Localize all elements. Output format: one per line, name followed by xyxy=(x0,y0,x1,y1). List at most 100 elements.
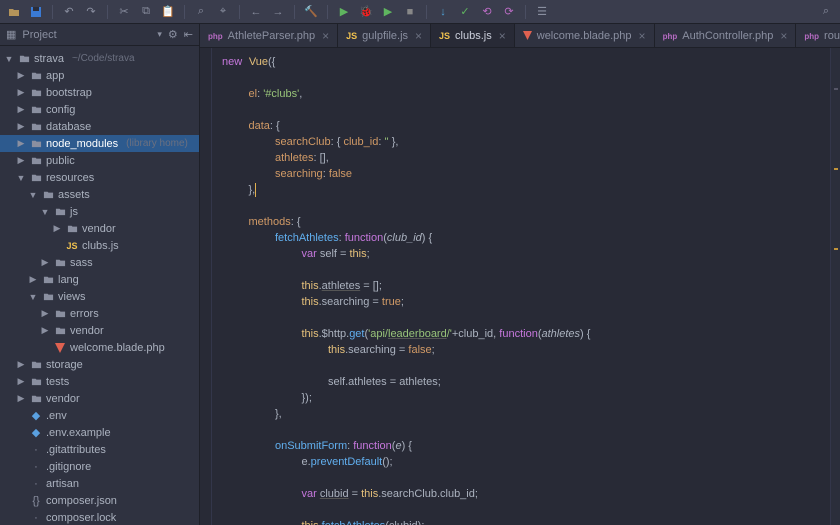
tree-item-label: .env.example xyxy=(46,427,111,439)
tree-folder-strava[interactable]: ▼strava~/Code/strava xyxy=(0,50,199,67)
build-icon[interactable]: 🔨 xyxy=(303,4,319,20)
toolbar-separator xyxy=(52,5,53,19)
tree-folder-sass[interactable]: ▶sass xyxy=(0,254,199,271)
vcs-revert-icon[interactable]: ⟳ xyxy=(501,4,517,20)
tab-label: clubs.js xyxy=(455,30,492,42)
expand-arrow-icon[interactable]: ▶ xyxy=(40,257,50,268)
close-icon[interactable]: × xyxy=(499,29,506,43)
run-icon[interactable]: ▶ xyxy=(336,4,352,20)
expand-arrow-icon[interactable]: ▶ xyxy=(16,376,26,387)
tree-item-label: vendor xyxy=(46,393,80,405)
undo-icon[interactable]: ↶ xyxy=(61,4,77,20)
expand-arrow-icon[interactable]: ▶ xyxy=(16,359,26,370)
expand-arrow-icon[interactable]: ▼ xyxy=(28,292,38,302)
tree-file-clubs-js[interactable]: JSclubs.js xyxy=(0,237,199,254)
tree-file--env-example[interactable]: ◆.env.example xyxy=(0,424,199,441)
tree-folder-lang[interactable]: ▶lang xyxy=(0,271,199,288)
save-icon[interactable] xyxy=(28,4,44,20)
expand-arrow-icon[interactable]: ▼ xyxy=(28,190,38,200)
copy-icon[interactable]: ⧉ xyxy=(138,4,154,20)
collapse-icon[interactable]: ⇤ xyxy=(184,28,193,41)
tree-file--gitignore[interactable]: ·.gitignore xyxy=(0,458,199,475)
expand-arrow-icon[interactable]: ▶ xyxy=(16,121,26,132)
global-search-icon[interactable]: ⌕ xyxy=(818,4,834,20)
expand-arrow-icon[interactable]: ▶ xyxy=(28,274,38,285)
vcs-commit-icon[interactable]: ✓ xyxy=(457,4,473,20)
expand-arrow-icon[interactable]: ▶ xyxy=(40,325,50,336)
close-icon[interactable]: × xyxy=(780,29,787,43)
tree-file-welcome-blade-php[interactable]: welcome.blade.php xyxy=(0,339,199,356)
project-panel-title: Project xyxy=(22,29,151,41)
expand-arrow-icon[interactable]: ▶ xyxy=(16,393,26,404)
tree-item-label: .env xyxy=(46,410,67,422)
tree-folder-public[interactable]: ▶public xyxy=(0,152,199,169)
folder-icon xyxy=(30,155,42,167)
debug-attach-icon[interactable]: ▶ xyxy=(380,4,396,20)
code-editor[interactable]: new Vue({ el: '#clubs', data: { searchCl… xyxy=(212,48,830,525)
paste-icon[interactable]: 📋 xyxy=(160,4,176,20)
forward-icon[interactable]: → xyxy=(270,4,286,20)
expand-arrow-icon[interactable]: ▶ xyxy=(52,223,62,234)
expand-arrow-icon[interactable]: ▼ xyxy=(16,173,26,183)
gear-icon[interactable]: ⚙ xyxy=(168,28,178,41)
tree-item-label: views xyxy=(58,291,86,303)
editor-tab-gulpfile-js[interactable]: JSgulpfile.js× xyxy=(338,24,431,47)
debug-icon[interactable]: 🐞 xyxy=(358,4,374,20)
project-panel-header[interactable]: ▦ Project ▾ ⚙ ⇤ xyxy=(0,24,199,46)
tree-file-composer-lock[interactable]: ·composer.lock xyxy=(0,509,199,525)
tree-folder-vendor[interactable]: ▶vendor xyxy=(0,322,199,339)
expand-arrow-icon[interactable]: ▼ xyxy=(4,54,14,64)
tree-folder-node_modules[interactable]: ▶node_modules(library home) xyxy=(0,135,199,152)
tree-folder-app[interactable]: ▶app xyxy=(0,67,199,84)
expand-arrow-icon[interactable]: ▶ xyxy=(16,155,26,166)
folder-icon xyxy=(30,121,42,133)
tree-folder-views[interactable]: ▼ views xyxy=(0,288,199,305)
expand-arrow-icon[interactable]: ▶ xyxy=(40,308,50,319)
tree-file--env[interactable]: ◆.env xyxy=(0,407,199,424)
folder-icon xyxy=(30,359,42,371)
editor-tab-welcome-blade-php[interactable]: welcome.blade.php× xyxy=(515,24,655,47)
replace-icon[interactable]: ⌖ xyxy=(215,4,231,20)
editor-tab-clubs-js[interactable]: JSclubs.js× xyxy=(431,24,515,47)
tree-folder-assets[interactable]: ▼assets xyxy=(0,186,199,203)
expand-arrow-icon[interactable]: ▶ xyxy=(16,70,26,81)
tree-file-artisan[interactable]: ·artisan xyxy=(0,475,199,492)
expand-arrow-icon[interactable]: ▶ xyxy=(16,87,26,98)
close-icon[interactable]: × xyxy=(415,29,422,43)
find-icon[interactable]: ⌕ xyxy=(193,4,209,20)
tree-folder-errors[interactable]: ▶errors xyxy=(0,305,199,322)
tree-folder-resources[interactable]: ▼resources xyxy=(0,169,199,186)
tree-item-label: database xyxy=(46,121,91,133)
editor-tab-AuthController-php[interactable]: phpAuthController.php× xyxy=(655,24,797,47)
close-icon[interactable]: × xyxy=(322,29,329,43)
close-icon[interactable]: × xyxy=(639,29,646,43)
stop-icon[interactable]: ■ xyxy=(402,4,418,20)
scrollbar-minimap[interactable] xyxy=(830,48,840,525)
back-icon[interactable]: ← xyxy=(248,4,264,20)
editor-tab-AthleteParser-php[interactable]: phpAthleteParser.php× xyxy=(200,24,338,47)
tree-folder-config[interactable]: ▶config xyxy=(0,101,199,118)
editor-tab-routes-php[interactable]: phproutes.php× xyxy=(796,24,840,47)
tree-folder-vendor[interactable]: ▶vendor xyxy=(0,220,199,237)
tree-folder-tests[interactable]: ▶tests xyxy=(0,373,199,390)
cut-icon[interactable]: ✂ xyxy=(116,4,132,20)
tree-folder-js[interactable]: ▼js xyxy=(0,203,199,220)
structure-icon[interactable]: ☰ xyxy=(534,4,550,20)
tree-folder-vendor[interactable]: ▶ vendor xyxy=(0,390,199,407)
vcs-update-icon[interactable]: ↓ xyxy=(435,4,451,20)
tree-folder-bootstrap[interactable]: ▶bootstrap xyxy=(0,84,199,101)
redo-icon[interactable]: ↷ xyxy=(83,4,99,20)
tree-file-composer-json[interactable]: {}composer.json xyxy=(0,492,199,509)
vcs-history-icon[interactable]: ⟲ xyxy=(479,4,495,20)
expand-arrow-icon[interactable]: ▼ xyxy=(40,207,50,217)
dropdown-icon[interactable]: ▾ xyxy=(157,29,162,40)
tree-folder-storage[interactable]: ▶storage xyxy=(0,356,199,373)
expand-arrow-icon[interactable]: ▶ xyxy=(16,138,26,149)
open-icon[interactable] xyxy=(6,4,22,20)
tree-folder-database[interactable]: ▶ database xyxy=(0,118,199,135)
tree-file--gitattributes[interactable]: ·.gitattributes xyxy=(0,441,199,458)
expand-arrow-icon[interactable]: ▶ xyxy=(16,104,26,115)
folder-icon xyxy=(42,189,54,201)
project-tree[interactable]: ▼strava~/Code/strava▶app▶bootstrap▶confi… xyxy=(0,46,199,525)
php-file-icon: php xyxy=(663,30,678,42)
